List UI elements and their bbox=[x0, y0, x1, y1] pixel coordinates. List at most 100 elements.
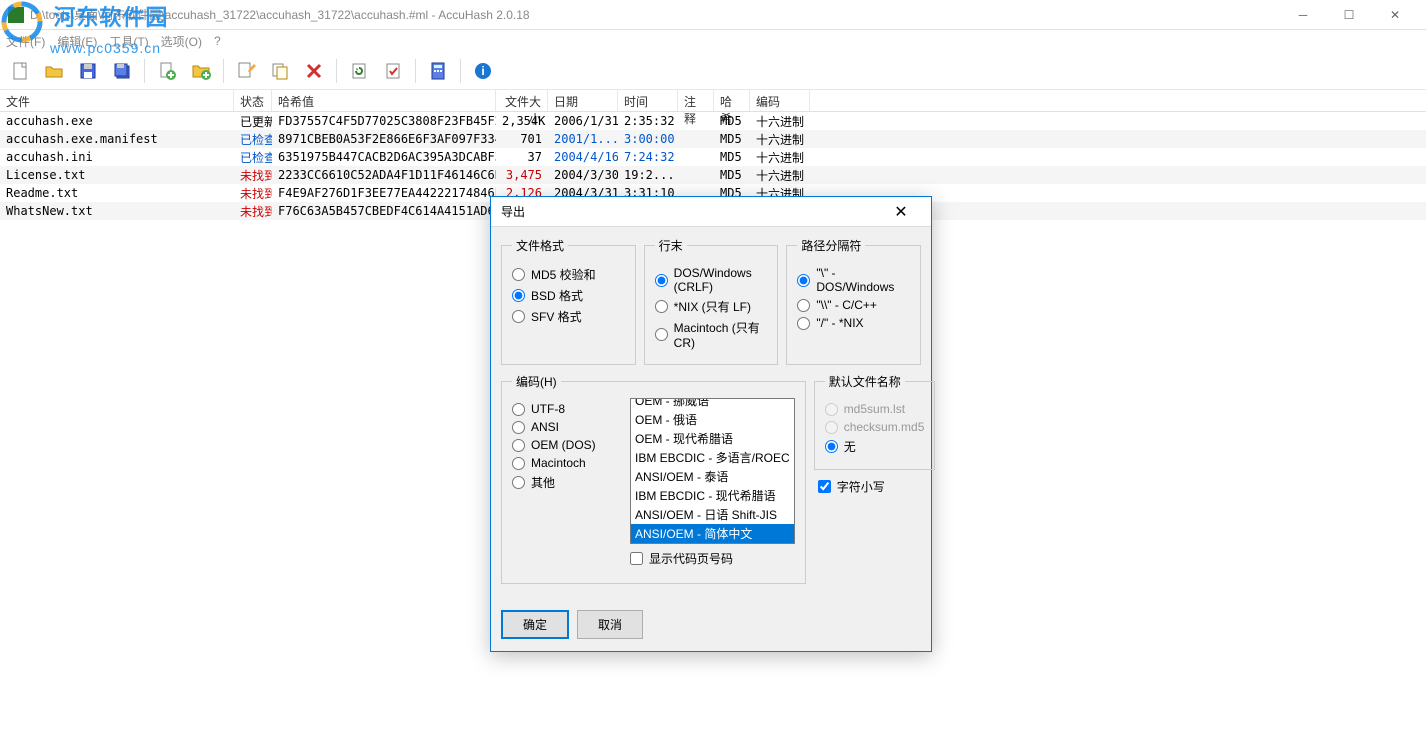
cell-note bbox=[678, 120, 714, 122]
menu-tools[interactable]: 工具(T) bbox=[109, 33, 148, 50]
cell-hash: FD37557C4F5D77025C3808F23FB45F27 bbox=[272, 113, 496, 129]
cell-file: License.txt bbox=[0, 167, 234, 183]
cell-file: Readme.txt bbox=[0, 185, 234, 201]
ok-button[interactable]: 确定 bbox=[501, 610, 569, 639]
line-ending-legend: 行末 bbox=[655, 237, 687, 254]
cell-status: 已检查 bbox=[234, 130, 272, 149]
col-encoding[interactable]: 编码 bbox=[750, 90, 810, 111]
export-dialog: 导出 ✕ 文件格式 MD5 校验和BSD 格式SFV 格式 行末 DOS/Win… bbox=[490, 196, 932, 652]
encoding-list-item[interactable]: OEM - 俄语 bbox=[631, 410, 794, 429]
cell-encoding: 十六进制 bbox=[750, 112, 810, 131]
cell-encoding: 十六进制 bbox=[750, 166, 810, 185]
cell-time: 2:35:32 bbox=[618, 113, 678, 129]
encoding-list-item[interactable]: IBM EBCDIC - 多语言/ROEC bbox=[631, 448, 794, 467]
file-format-option[interactable]: MD5 校验和 bbox=[512, 266, 625, 283]
path-sep-option[interactable]: "\" - DOS/Windows bbox=[797, 266, 910, 294]
path-sep-option[interactable]: "\\" - C/C++ bbox=[797, 298, 910, 312]
open-button[interactable] bbox=[38, 55, 70, 87]
folder-open-icon bbox=[44, 61, 64, 81]
line-ending-option[interactable]: DOS/Windows (CRLF) bbox=[655, 266, 768, 294]
floppy-icon bbox=[78, 61, 98, 81]
encoding-list-item[interactable]: OEM - 现代希腊语 bbox=[631, 429, 794, 448]
lowercase-checkbox[interactable]: 字符小写 bbox=[818, 478, 936, 495]
menu-edit[interactable]: 编辑(E) bbox=[57, 33, 97, 50]
line-ending-option[interactable]: *NIX (只有 LF) bbox=[655, 298, 768, 315]
copy-button[interactable] bbox=[264, 55, 296, 87]
cell-hashtype: MD5 bbox=[714, 167, 750, 183]
encoding-option[interactable]: Macintoch bbox=[512, 456, 622, 470]
encoding-option[interactable]: UTF-8 bbox=[512, 402, 622, 416]
col-note[interactable]: 注释 bbox=[678, 90, 714, 111]
encoding-option[interactable]: ANSI bbox=[512, 420, 622, 434]
default-name-option: md5sum.lst bbox=[825, 402, 925, 416]
new-button[interactable] bbox=[4, 55, 36, 87]
encoding-list-item[interactable]: OEM - 挪威语 bbox=[631, 398, 794, 410]
cell-encoding: 十六进制 bbox=[750, 148, 810, 167]
show-codepage-checkbox[interactable]: 显示代码页号码 bbox=[630, 550, 795, 567]
cell-size: 37 bbox=[496, 149, 548, 165]
col-time[interactable]: 时间 bbox=[618, 90, 678, 111]
maximize-button[interactable]: ☐ bbox=[1326, 0, 1372, 30]
table-row[interactable]: accuhash.exe已更新FD37557C4F5D77025C3808F23… bbox=[0, 112, 1426, 130]
refresh-button[interactable] bbox=[343, 55, 375, 87]
table-row[interactable]: accuhash.ini已检查6351975B447CACB2D6AC395A3… bbox=[0, 148, 1426, 166]
titlebar: D:\tools\桌面\河东软件园\accuhash_31722\accuhas… bbox=[0, 0, 1426, 30]
cell-file: accuhash.ini bbox=[0, 149, 234, 165]
encoding-list-item[interactable]: ANSI/OEM - 简体中文 bbox=[631, 524, 794, 543]
table-row[interactable]: accuhash.exe.manifest已检查8971CBEB0A53F2E8… bbox=[0, 130, 1426, 148]
cell-hashtype: MD5 bbox=[714, 113, 750, 129]
dialog-close-button[interactable]: ✕ bbox=[881, 197, 921, 227]
cell-hash: 6351975B447CACB2D6AC395A3DCABF34 bbox=[272, 149, 496, 165]
edit-button[interactable] bbox=[230, 55, 262, 87]
col-hash[interactable]: 哈希值 bbox=[272, 90, 496, 111]
delete-button[interactable] bbox=[298, 55, 330, 87]
col-date[interactable]: 日期 bbox=[548, 90, 618, 111]
path-sep-option[interactable]: "/" - *NIX bbox=[797, 316, 910, 330]
save-as-button[interactable] bbox=[106, 55, 138, 87]
menu-options[interactable]: 选项(O) bbox=[161, 33, 202, 50]
line-ending-option[interactable]: Macintoch (只有 CR) bbox=[655, 319, 768, 350]
check-document-icon bbox=[383, 61, 403, 81]
info-button[interactable]: i bbox=[467, 55, 499, 87]
cell-time: 7:24:32 bbox=[618, 149, 678, 165]
cell-date: 2004/4/16 bbox=[548, 149, 618, 165]
cell-status: 已检查 bbox=[234, 148, 272, 167]
minimize-button[interactable]: ─ bbox=[1280, 0, 1326, 30]
default-name-option[interactable]: 无 bbox=[825, 438, 925, 455]
table-row[interactable]: License.txt未找到2233CC6610C52ADA4F1D11F461… bbox=[0, 166, 1426, 184]
cancel-button[interactable]: 取消 bbox=[577, 610, 643, 639]
encoding-list-item[interactable]: IBM EBCDIC - 现代希腊语 bbox=[631, 486, 794, 505]
file-plus-icon bbox=[157, 61, 177, 81]
cell-size: 701 bbox=[496, 131, 548, 147]
col-size[interactable]: 文件大小 bbox=[496, 90, 548, 111]
cell-status: 未找到 bbox=[234, 166, 272, 185]
file-format-option[interactable]: SFV 格式 bbox=[512, 308, 625, 325]
encoding-option[interactable]: OEM (DOS) bbox=[512, 438, 622, 452]
calculator-button[interactable] bbox=[422, 55, 454, 87]
menubar: 文件(F) 编辑(E) 工具(T) 选项(O) ? bbox=[0, 30, 1426, 52]
encoding-list-item[interactable]: ANSI/OEM - 日语 Shift-JIS bbox=[631, 505, 794, 524]
verify-button[interactable] bbox=[377, 55, 409, 87]
add-file-button[interactable] bbox=[151, 55, 183, 87]
col-status[interactable]: 状态 bbox=[234, 90, 272, 111]
floppy-multi-icon bbox=[112, 61, 132, 81]
col-file[interactable]: 文件 bbox=[0, 90, 234, 111]
encoding-option[interactable]: 其他 bbox=[512, 474, 622, 491]
encoding-legend: 编码(H) bbox=[512, 373, 561, 390]
dialog-titlebar[interactable]: 导出 ✕ bbox=[491, 197, 931, 227]
save-button[interactable] bbox=[72, 55, 104, 87]
cell-time: 3:00:00 bbox=[618, 131, 678, 147]
menu-file[interactable]: 文件(F) bbox=[6, 33, 45, 50]
document-pencil-icon bbox=[236, 61, 256, 81]
encoding-listbox[interactable]: OEM - 希伯来语OEM - 加拿大法语OEM - 阿拉伯语OEM - 挪威语… bbox=[630, 398, 795, 544]
add-folder-button[interactable] bbox=[185, 55, 217, 87]
window-title: D:\tools\桌面\河东软件园\accuhash_31722\accuhas… bbox=[30, 6, 1280, 23]
cell-note bbox=[678, 192, 714, 194]
default-filename-group: 默认文件名称 md5sum.lstchecksum.md5无 bbox=[814, 373, 936, 470]
info-icon: i bbox=[473, 61, 493, 81]
col-hashtype[interactable]: 哈希 bbox=[714, 90, 750, 111]
menu-help[interactable]: ? bbox=[214, 34, 221, 48]
close-button[interactable]: ✕ bbox=[1372, 0, 1418, 30]
file-format-option[interactable]: BSD 格式 bbox=[512, 287, 625, 304]
encoding-list-item[interactable]: ANSI/OEM - 泰语 bbox=[631, 467, 794, 486]
